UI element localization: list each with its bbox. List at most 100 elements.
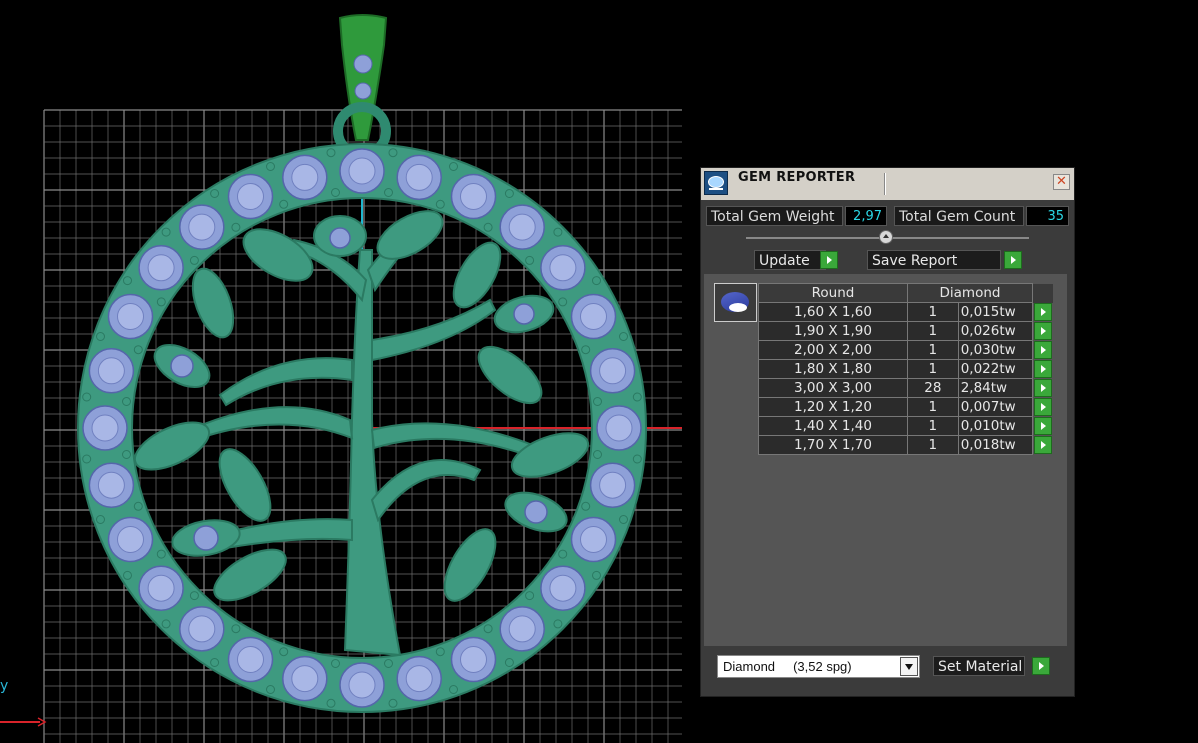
select-gem-go-icon[interactable] [1034,340,1052,359]
ring-prong [632,454,642,464]
ring-gem-table [237,646,264,673]
gem-qty-cell: 28 [907,378,959,398]
ring-prong [210,189,220,198]
ring-prong [632,392,642,402]
gem-table-row: 2,00 X 2,00 1 0,030tw [758,340,1054,360]
ring-prong [133,501,143,511]
ring-prong [435,199,445,209]
chevron-down-icon[interactable] [900,657,918,676]
ring-gem-table [508,213,536,241]
select-gem-go-icon[interactable] [1034,302,1052,321]
ring-gem-table [117,526,144,553]
ring-prong [558,549,568,559]
select-gem-go-icon[interactable] [1034,435,1052,454]
ring-gem-table [348,671,376,699]
gem-size-cell: 1,20 X 1,20 [758,397,908,417]
round-gem-icon [714,283,757,322]
ring-prong [384,659,393,668]
ring-prong [449,685,458,694]
ring-gem-table [147,574,175,602]
ring-prong [210,658,220,667]
gem-weight-cell: 0,026tw [957,321,1034,341]
title-separator [884,173,886,195]
gem-size-cell: 2,00 X 2,00 [758,340,908,360]
gem-qty-cell: 1 [907,397,959,417]
total-gem-count-label: Total Gem Count [894,206,1024,226]
material-select-value: Diamond (3,52 spg) [723,659,852,674]
update-button[interactable]: Update [754,250,826,270]
ring-prong [483,624,493,634]
total-gem-weight-label: Total Gem Weight [706,206,843,226]
ring-prong [161,619,171,629]
panel-titlebar[interactable]: GEM REPORTER ✕ [701,168,1074,200]
gem-weight-cell: 0,010tw [957,416,1034,436]
ring-prong [266,685,275,694]
close-icon[interactable]: ✕ [1053,174,1070,190]
ring-prong [189,591,199,601]
ring-prong [593,450,602,459]
ring-prong [279,199,289,209]
ring-gem-table [188,615,216,643]
ring-prong [231,222,241,232]
gem-size-cell: 1,80 X 1,80 [758,359,908,379]
gem-weight-cell: 0,015tw [957,302,1034,322]
gem-table: Round Diamond 1,60 X 1,60 1 0,015tw 1,90 X … [758,283,1054,455]
ring-gem-table [460,183,487,210]
total-gem-count-value: 35 [1026,206,1069,226]
update-go-icon[interactable] [820,251,838,269]
ring-gem-table [460,646,487,673]
ring-prong [231,624,241,634]
save-report-button[interactable]: Save Report [867,250,1001,270]
ring-prong [619,515,628,524]
ring-prong [82,454,92,464]
gem-size-cell: 1,90 X 1,90 [758,321,908,341]
ring-prong [133,345,143,355]
total-gem-weight-value: 2,97 [845,206,887,226]
bail-gem [353,54,373,74]
ring-prong [384,188,393,197]
gem-qty-cell: 1 [907,302,959,322]
gem-size-cell: 1,70 X 1,70 [758,435,908,455]
ring-gem-table [580,303,607,330]
report-slider-thumb[interactable] [879,230,893,244]
ring-prong [435,647,445,657]
y-axis-label: y [0,678,9,694]
gem-table-header: Round Diamond [758,283,1054,303]
gem-size-cell: 3,00 X 3,00 [758,378,908,398]
gem-table-row: 1,90 X 1,90 1 0,026tw [758,321,1054,341]
ring-gem-table [117,303,144,330]
ring-gem-table [605,414,633,442]
set-material-button[interactable]: Set Material [933,656,1025,676]
ring-prong [504,658,514,667]
ring-gem-table [599,357,627,385]
ring-prong [619,332,628,341]
ring-gem-table [549,254,577,282]
gem-shape-header: Round [758,283,908,303]
gem-table-row: 1,20 X 1,20 1 0,007tw [758,397,1054,417]
gem-qty-cell: 1 [907,321,959,341]
gem-qty-cell: 1 [907,416,959,436]
select-gem-go-icon[interactable] [1034,359,1052,378]
ring-gem-table [405,163,433,191]
gem-reporter-panel: GEM REPORTER ✕ Total Gem Weight 2,97 Tot… [700,167,1075,697]
set-material-go-icon[interactable] [1032,657,1050,675]
gem-weight-cell: 2,84tw [957,378,1034,398]
select-gem-go-icon[interactable] [1034,397,1052,416]
ring-prong [331,188,340,197]
ring-prong [592,276,601,286]
gem-report-area: Round Diamond 1,60 X 1,60 1 0,015tw 1,90 X … [704,274,1067,646]
material-select[interactable]: Diamond (3,52 spg) [717,655,920,678]
gem-weight-cell: 0,030tw [957,340,1034,360]
ring-gem-table [580,526,607,553]
ring-gem-table [599,471,627,499]
select-gem-go-icon[interactable] [1034,321,1052,340]
gem-qty-cell: 1 [907,340,959,360]
ring-prong [96,515,105,524]
pendant-model[interactable] [77,14,647,713]
ring-prong [592,570,601,580]
save-report-go-icon[interactable] [1004,251,1022,269]
ring-prong [581,501,591,511]
select-gem-go-icon[interactable] [1034,416,1052,435]
ring-gem-table [237,183,264,210]
select-gem-go-icon[interactable] [1034,378,1052,397]
